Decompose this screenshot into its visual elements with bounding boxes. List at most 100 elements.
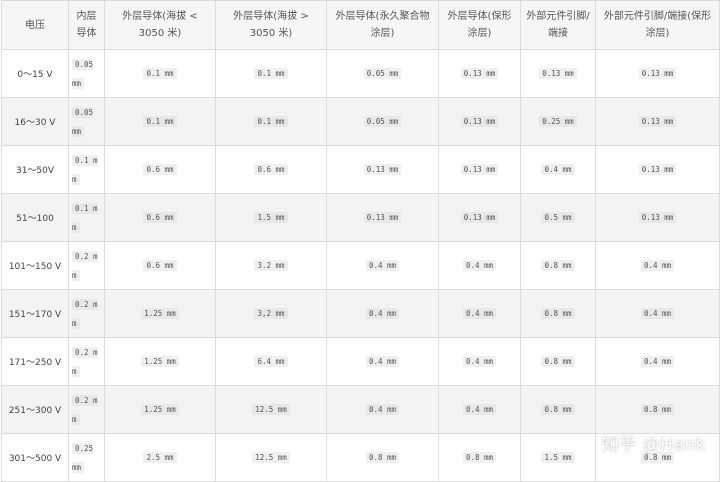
clearance-cell: 0.2 mm (68, 241, 105, 290)
clearance-cell: 0.13 mm (595, 193, 720, 242)
table-body: 0～15 V 0.05 mm 0.1 mm 0.1 mm 0.05 mm 0.13 mm 0… (1, 49, 720, 482)
clearance-cell: 0.8 mm (438, 433, 521, 482)
table-row: 251～300 V 0.2 mm 1.25 mm 12.5 mm 0.4 mm 0.4 m… (1, 385, 720, 434)
clearance-cell: 0.25 mm (520, 97, 596, 146)
clearance-value: 0.1 mm (254, 68, 288, 79)
clearance-value: 0.13 mm (539, 68, 577, 79)
table-row: 171～250 V 0.2 mm 1.25 mm 6.4 mm 0.4 mm 0.4 mm… (1, 337, 720, 386)
voltage-cell: 301～500 V (1, 433, 69, 482)
clearance-cell: 0.13 mm (438, 49, 521, 98)
clearance-cell: 0.05 mm (326, 49, 439, 98)
clearance-cell: 0.13 mm (326, 145, 439, 194)
column-header: 外部元件引脚/端接(保形涂层) (595, 0, 720, 50)
clearance-value: 0.2 mm (72, 250, 98, 281)
clearance-value: 0.13 mm (638, 68, 677, 79)
clearance-cell: 0.1 mm (68, 145, 105, 194)
clearance-cell: 0.6 mm (104, 193, 216, 242)
clearance-cell: 0.25 mm (68, 433, 105, 482)
clearance-value: 0.4 mm (365, 308, 400, 319)
clearance-value: 0.4 mm (462, 260, 497, 271)
clearance-value: 0.13 mm (638, 212, 677, 223)
clearance-cell: 0.13 mm (438, 97, 521, 146)
clearance-cell: 2.5 mm (104, 433, 216, 482)
clearance-cell: 0.13 mm (520, 49, 596, 98)
clearance-value: 0.8 mm (462, 452, 497, 463)
clearance-cell: 0.13 mm (595, 145, 720, 194)
table-row: 31～50V 0.1 mm 0.6 mm 0.6 mm 0.13 mm 0.13 mm 0.… (1, 145, 720, 194)
clearance-value: 0.13 mm (363, 212, 402, 223)
clearance-cell: 1.25 mm (104, 289, 216, 338)
clearance-value: 0.13 mm (460, 164, 499, 175)
clearance-value: 0.1 mm (72, 202, 98, 233)
clearance-value: 0.25 mm (539, 116, 577, 127)
clearance-value: 1.25 mm (141, 308, 179, 319)
clearance-cell: 0.4 mm (438, 289, 521, 338)
clearance-cell: 0.4 mm (595, 337, 720, 386)
table-row: 101～150 V 0.2 mm 0.6 mm 3.2 mm 0.4 mm 0.4 mm 0… (1, 241, 720, 290)
clearance-value: 0.4 mm (640, 308, 675, 319)
clearance-value: 0.6 mm (143, 212, 177, 223)
clearance-cell: 0.13 mm (438, 193, 521, 242)
clearance-value: 0.6 mm (254, 164, 288, 175)
column-header: 电压 (1, 0, 69, 50)
clearance-cell: 0.8 mm (520, 337, 596, 386)
voltage-cell: 31～50V (1, 145, 69, 194)
clearance-cell: 0.4 mm (520, 145, 596, 194)
clearance-cell: 0.13 mm (595, 97, 720, 146)
clearance-cell: 0.4 mm (595, 241, 720, 290)
clearance-value: 0.4 mm (640, 260, 675, 271)
clearance-cell: 0.2 mm (68, 337, 105, 386)
voltage-cell: 51～100 (1, 193, 69, 242)
clearance-cell: 0.1 mm (215, 97, 327, 146)
clearance-cell: 0.1 mm (104, 97, 216, 146)
clearance-value: 0.4 mm (541, 164, 575, 175)
clearance-value: 0.8 mm (541, 308, 575, 319)
clearance-cell: 0.8 mm (520, 385, 596, 434)
clearance-cell: 0.4 mm (438, 241, 521, 290)
clearance-cell: 0.8 mm (326, 433, 439, 482)
clearance-cell: 0.4 mm (595, 289, 720, 338)
clearance-value: 0.13 mm (460, 212, 499, 223)
clearance-value: 0.4 mm (462, 308, 497, 319)
clearance-cell: 0.13 mm (326, 193, 439, 242)
clearance-value: 0.1 mm (72, 154, 98, 185)
clearance-value: 0.05 mm (72, 106, 94, 137)
clearance-table: 电压 内层导体 外层导体(海拔 < 3050 米) 外层导体(海拔 > 3050 米)… (1, 0, 720, 482)
clearance-value: 0.13 mm (460, 116, 499, 127)
clearance-value: 1.5 mm (254, 212, 288, 223)
column-header: 外层导体(保形涂层) (438, 0, 521, 50)
clearance-cell: 0.6 mm (215, 145, 327, 194)
table-row: 151～170 V 0.2 mm 1.25 mm 3,2 mm 0.4 mm 0.4 mm… (1, 289, 720, 338)
clearance-cell: 3,2 mm (215, 289, 327, 338)
clearance-value: 0.1 mm (143, 68, 177, 79)
clearance-cell: 0.1 mm (68, 193, 105, 242)
clearance-cell: 0.6 mm (104, 145, 216, 194)
clearance-cell: 1.25 mm (104, 337, 216, 386)
clearance-value: 0.8 mm (365, 452, 400, 463)
clearance-cell: 0.2 mm (68, 289, 105, 338)
clearance-cell: 0.4 mm (326, 289, 439, 338)
clearance-value: 0.05 mm (363, 116, 402, 127)
clearance-value: 1.25 mm (141, 356, 179, 367)
column-header: 外层导体(永久聚合物涂层) (326, 0, 439, 50)
clearance-value: 0.13 mm (460, 68, 499, 79)
clearance-value: 0.2 mm (72, 394, 98, 425)
clearance-cell: 0.8 mm (520, 289, 596, 338)
clearance-cell: 0.4 mm (326, 385, 439, 434)
clearance-cell: 0.1 mm (104, 49, 216, 98)
clearance-cell: 0.13 mm (438, 145, 521, 194)
clearance-value: 0.05 mm (72, 58, 94, 89)
table-header-row: 电压 内层导体 外层导体(海拔 < 3050 米) 外层导体(海拔 > 3050 米)… (1, 0, 720, 50)
clearance-value: 0.1 mm (143, 116, 177, 127)
clearance-value: 0.8 mm (541, 404, 575, 415)
clearance-value: 0.13 mm (638, 164, 677, 175)
clearance-cell: 0.05 mm (68, 97, 105, 146)
clearance-value: 0.25 mm (72, 442, 94, 473)
clearance-value: 12.5 mm (252, 404, 290, 415)
clearance-value: 0.2 mm (72, 346, 98, 377)
clearance-value: 12.5 mm (252, 452, 290, 463)
clearance-cell: 0.5 mm (520, 193, 596, 242)
voltage-cell: 101～150 V (1, 241, 69, 290)
clearance-cell: 3.2 mm (215, 241, 327, 290)
clearance-value: 0.2 mm (72, 298, 98, 329)
